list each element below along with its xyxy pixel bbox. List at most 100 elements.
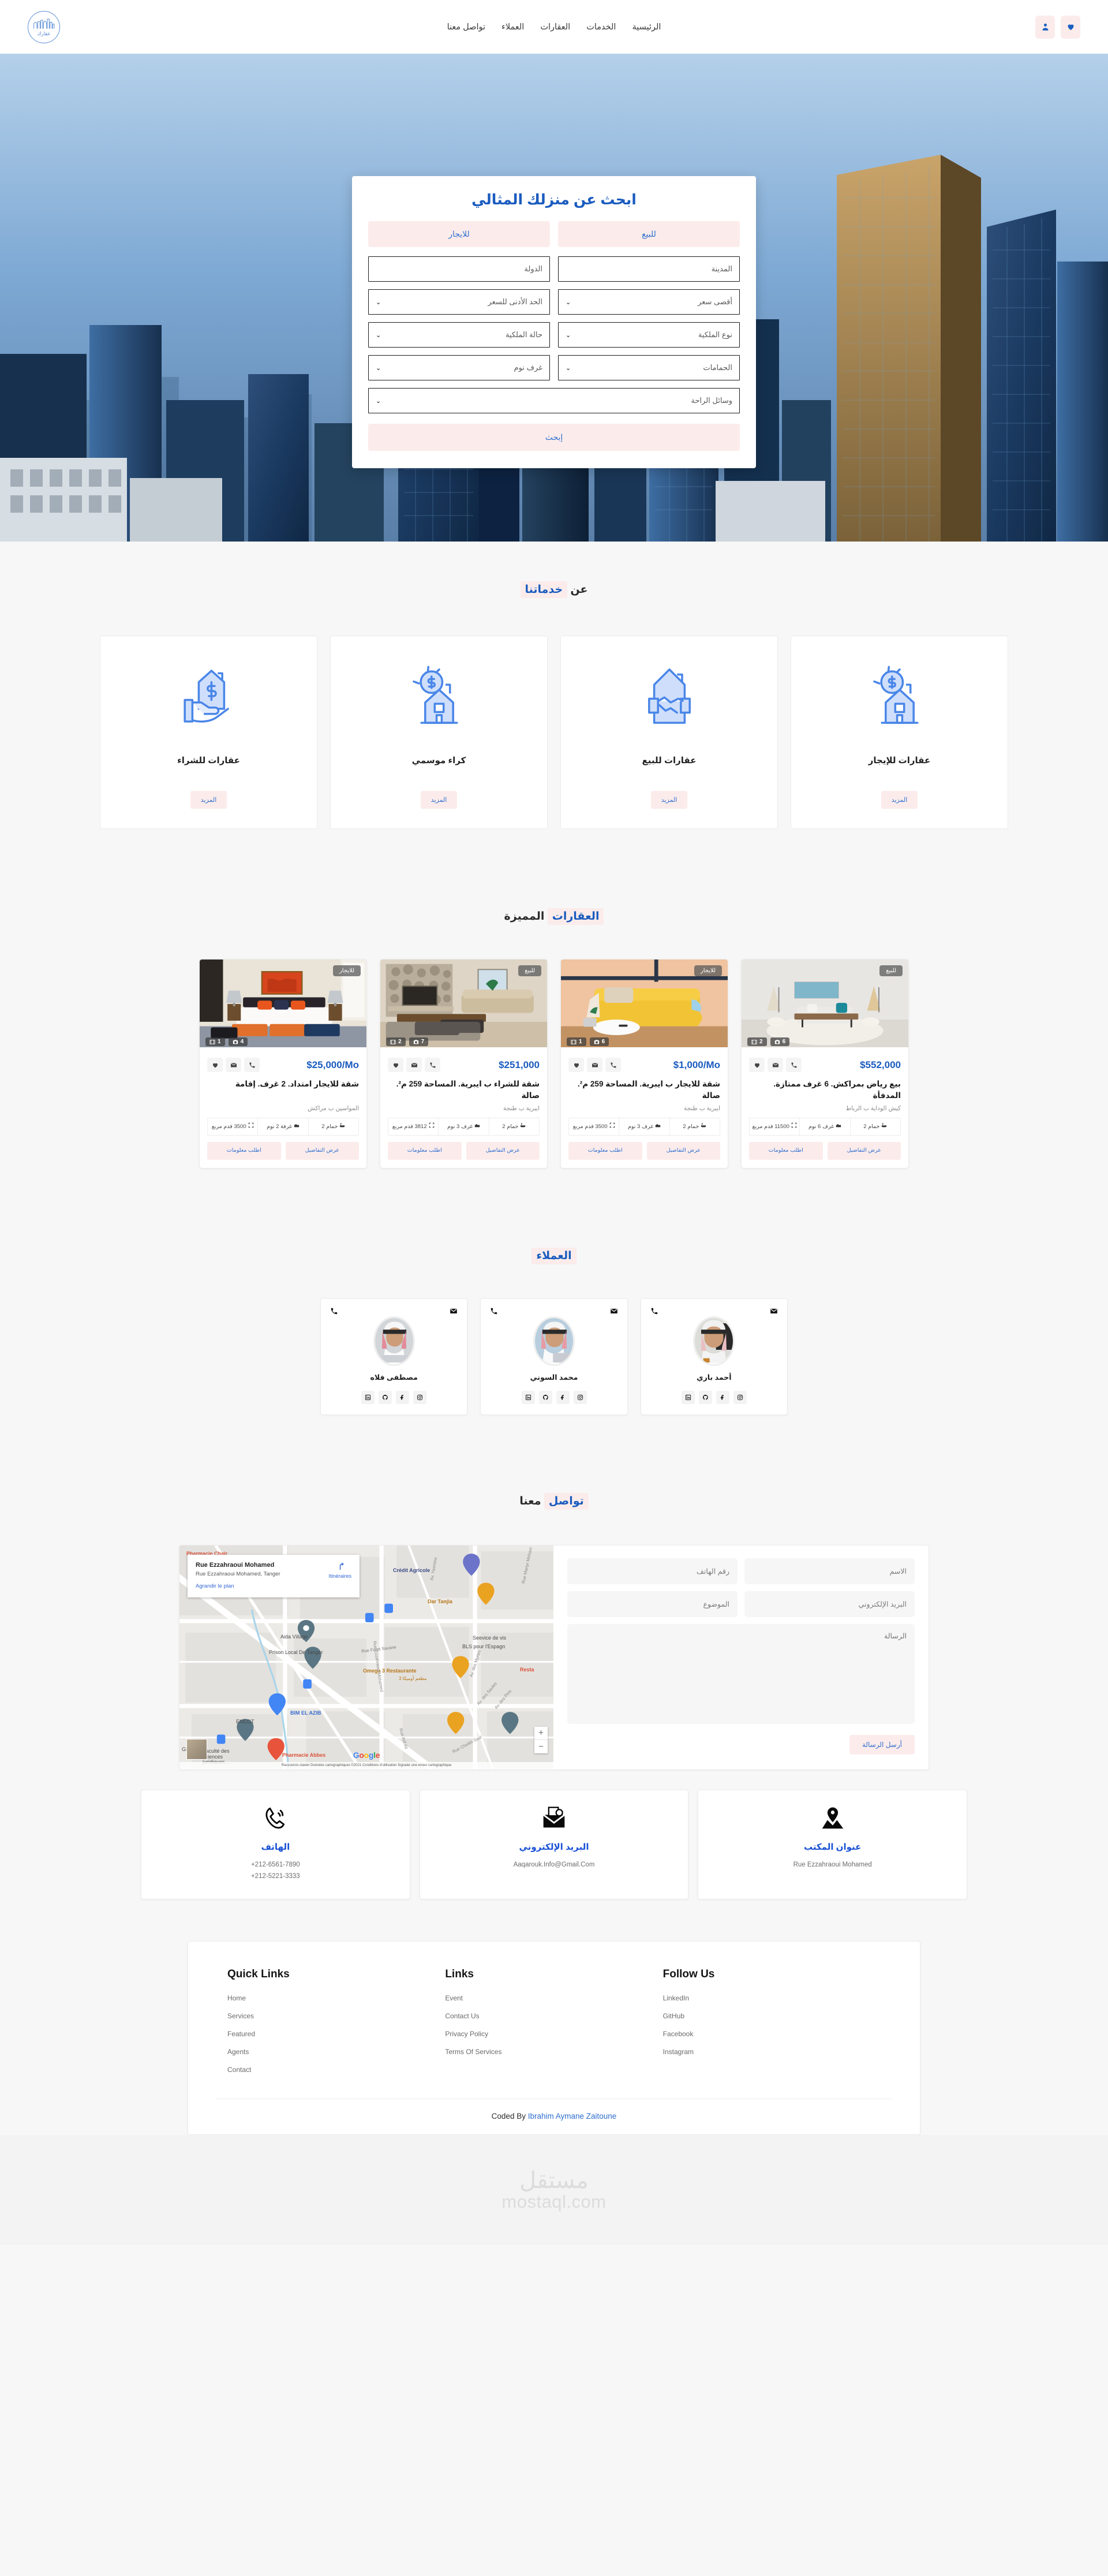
- facebook-button[interactable]: [716, 1390, 729, 1404]
- call-button[interactable]: [425, 1058, 440, 1072]
- name-field[interactable]: الاسم: [744, 1558, 915, 1584]
- footer-link-privacy[interactable]: Privacy Policy: [445, 2030, 662, 2038]
- bathrooms-select[interactable]: الحمامات ⌄: [558, 355, 740, 380]
- account-button[interactable]: [1035, 15, 1055, 39]
- footer-link-instagram[interactable]: Instagram: [663, 2048, 881, 2056]
- favorite-button[interactable]: [207, 1058, 223, 1072]
- agent-card[interactable]: مصطفى فلاه: [320, 1298, 468, 1415]
- message-field[interactable]: [567, 1623, 915, 1724]
- property-card[interactable]: للبيع 6 2 $552,000 بيع رياض بمراكش. 6 غر…: [741, 959, 909, 1168]
- footer-link-featured[interactable]: Featured: [227, 2030, 445, 2038]
- service-more-button[interactable]: المزيد: [881, 791, 918, 809]
- envelope-icon[interactable]: [610, 1307, 618, 1315]
- amenities-select[interactable]: وسائل الراحة ⌄: [368, 388, 740, 413]
- min-price-select[interactable]: الحد الأدنى للسعر ⌄: [368, 289, 550, 315]
- agent-card[interactable]: محمد السوني: [480, 1298, 628, 1415]
- map-street-view-thumb[interactable]: [186, 1738, 207, 1760]
- footer-link-terms[interactable]: Terms Of Services: [445, 2048, 662, 2056]
- linkedin-button[interactable]: [521, 1390, 535, 1404]
- send-message-button[interactable]: أرسل الرسالة: [849, 1734, 915, 1754]
- favorite-button[interactable]: [749, 1058, 765, 1072]
- instagram-button[interactable]: [733, 1390, 747, 1404]
- footer-link-services[interactable]: Services: [227, 2012, 445, 2020]
- property-type-select[interactable]: نوع الملكية ⌄: [558, 322, 740, 348]
- search-submit-button[interactable]: إبحث: [368, 424, 740, 451]
- tab-for-sale[interactable]: للبيع: [558, 221, 740, 247]
- phone-icon[interactable]: [330, 1307, 338, 1315]
- instagram-button[interactable]: [573, 1390, 587, 1404]
- view-details-button[interactable]: عرض التفاصيل: [466, 1142, 540, 1160]
- request-info-button[interactable]: اطلب معلومات: [388, 1142, 462, 1160]
- footer-link-github[interactable]: GitHub: [663, 2012, 881, 2020]
- phone-icon[interactable]: [490, 1307, 498, 1315]
- view-details-button[interactable]: عرض التفاصيل: [646, 1142, 720, 1160]
- agent-card[interactable]: أحمد باري: [640, 1298, 788, 1415]
- facebook-button[interactable]: [556, 1390, 570, 1404]
- property-badge: للبيع: [518, 965, 541, 976]
- envelope-icon[interactable]: [450, 1307, 458, 1315]
- service-card-buy[interactable]: عقارات للشراء المزيد: [100, 636, 317, 829]
- linkedin-button[interactable]: [361, 1390, 375, 1404]
- request-info-button[interactable]: اطلب معلومات: [207, 1142, 281, 1160]
- map-expand-link[interactable]: Agrandir le plan: [196, 1583, 280, 1589]
- view-details-button[interactable]: عرض التفاصيل: [285, 1142, 359, 1160]
- nav-item-contact[interactable]: تواصل معنا: [447, 23, 485, 32]
- subject-field[interactable]: الموضوع: [567, 1591, 738, 1617]
- instagram-button[interactable]: [413, 1390, 427, 1404]
- nav-item-home[interactable]: الرئيسية: [632, 23, 661, 32]
- nav-item-agents[interactable]: العملاء: [501, 23, 524, 32]
- envelope-icon[interactable]: [770, 1307, 778, 1315]
- call-button[interactable]: [244, 1058, 260, 1072]
- github-button[interactable]: [698, 1390, 712, 1404]
- tab-for-rent[interactable]: للايجار: [368, 221, 550, 247]
- facebook-button[interactable]: [396, 1390, 410, 1404]
- credit-author-link[interactable]: Ibrahim Aymane Zaitoune: [528, 2112, 617, 2120]
- call-button[interactable]: [786, 1058, 802, 1072]
- message-button[interactable]: [226, 1058, 241, 1072]
- request-info-button[interactable]: اطلب معلومات: [568, 1142, 642, 1160]
- github-button[interactable]: [538, 1390, 552, 1404]
- github-button[interactable]: [379, 1390, 392, 1404]
- linkedin-button[interactable]: [681, 1390, 695, 1404]
- footer-link-linkedin[interactable]: LinkedIn: [663, 1994, 881, 2002]
- property-card[interactable]: للايجار 6 1 $1,000/Mo شقة للايجار ب ايبر…: [560, 959, 728, 1168]
- request-info-button[interactable]: اطلب معلومات: [749, 1142, 823, 1160]
- property-status-select[interactable]: حالة الملكية ⌄: [368, 322, 550, 348]
- phone-field[interactable]: رقم الهاتف: [567, 1558, 738, 1584]
- map-zoom-in-button[interactable]: +: [534, 1727, 548, 1740]
- favorite-button[interactable]: [388, 1058, 403, 1072]
- city-input[interactable]: المدينة: [558, 256, 740, 282]
- country-input[interactable]: الدولة: [368, 256, 550, 282]
- property-card[interactable]: للبيع 7 2 $251,000 شقة للشراء ب ايبرية. …: [380, 959, 548, 1168]
- service-card-rent[interactable]: عقارات للإيجار المزيد: [791, 636, 1008, 829]
- favorites-button[interactable]: [1061, 15, 1080, 39]
- service-card-sale[interactable]: عقارات للبيع المزيد: [560, 636, 778, 829]
- footer-link-contact[interactable]: Contact: [227, 2066, 445, 2074]
- service-more-button[interactable]: المزيد: [420, 791, 458, 809]
- map-zoom-out-button[interactable]: −: [534, 1740, 548, 1753]
- footer-link-home[interactable]: Home: [227, 1994, 445, 2002]
- property-card[interactable]: للايجار 4 1 $25,000/Mo شقة للايجار امتدا…: [199, 959, 367, 1168]
- bedrooms-select[interactable]: غرف نوم ⌄: [368, 355, 550, 380]
- map-directions-button[interactable]: Itinéraires: [328, 1562, 351, 1589]
- message-button[interactable]: [768, 1058, 783, 1072]
- view-details-button[interactable]: عرض التفاصيل: [827, 1142, 901, 1160]
- message-button[interactable]: [587, 1058, 602, 1072]
- nav-item-services[interactable]: الخدمات: [586, 23, 616, 32]
- footer-link-agents[interactable]: Agents: [227, 2048, 445, 2056]
- max-price-select[interactable]: أقصى سعر ⌄: [558, 289, 740, 315]
- footer-link-contact-us[interactable]: Contact Us: [445, 2012, 662, 2020]
- nav-item-properties[interactable]: العقارات: [540, 23, 570, 32]
- footer-link-facebook[interactable]: Facebook: [663, 2030, 881, 2038]
- email-field[interactable]: البريد الإلكتروني: [744, 1591, 915, 1617]
- service-more-button[interactable]: المزيد: [190, 791, 227, 809]
- service-more-button[interactable]: المزيد: [650, 791, 688, 809]
- location-map[interactable]: Pharmacie Chair Crédit Agricole Dar Tanj…: [179, 1545, 553, 1769]
- message-button[interactable]: [406, 1058, 422, 1072]
- service-card-seasonal[interactable]: كراء موسمي المزيد: [330, 636, 548, 829]
- phone-icon[interactable]: [650, 1307, 658, 1315]
- footer-link-event[interactable]: Event: [445, 1994, 662, 2002]
- site-logo[interactable]: عقارك: [28, 10, 195, 43]
- call-button[interactable]: [605, 1058, 621, 1072]
- favorite-button[interactable]: [568, 1058, 584, 1072]
